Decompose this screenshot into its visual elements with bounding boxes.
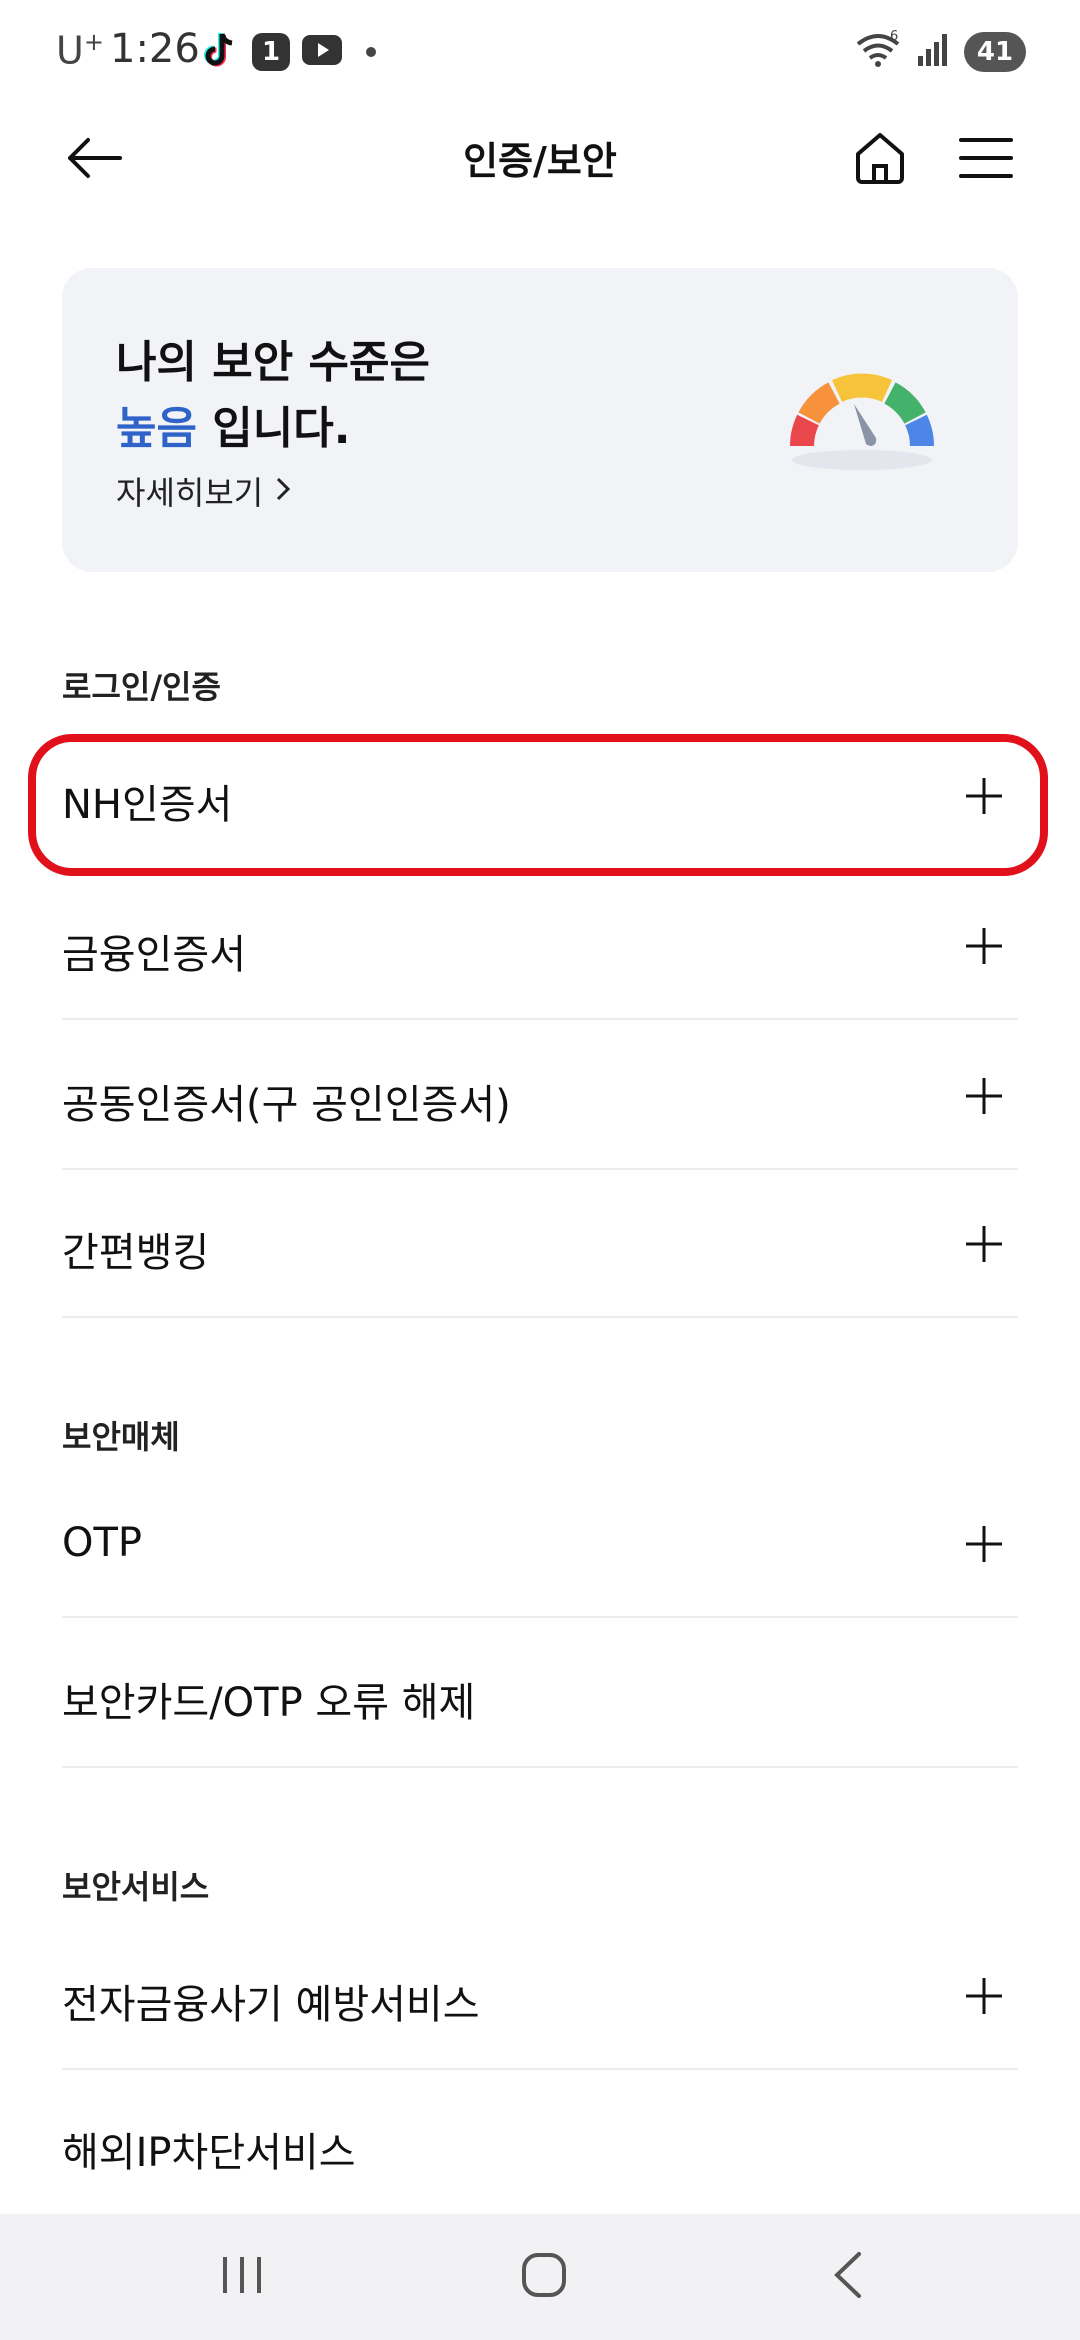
back-icon bbox=[831, 2250, 865, 2304]
carrier-label: U+ bbox=[56, 28, 104, 73]
notification-icons: 1 bbox=[202, 30, 376, 74]
security-level-line2: 높음 입니다. bbox=[116, 403, 351, 454]
home-button-icon bbox=[520, 2251, 568, 2303]
list-item-overseas-ip-block[interactable]: 해외IP차단서비스 bbox=[62, 2070, 1018, 2218]
signal-icon bbox=[916, 32, 950, 72]
list-item-financial-certificate[interactable]: 금융인증서 bbox=[62, 872, 1018, 1020]
battery-icon: 41 bbox=[964, 32, 1026, 72]
section-title-login: 로그인/인증 bbox=[62, 668, 221, 706]
page-title: 인증/보안 bbox=[463, 139, 617, 183]
home-nav-button[interactable] bbox=[504, 2244, 584, 2310]
list-item-security-card-unlock[interactable]: 보안카드/OTP 오류 해제 bbox=[62, 1620, 1018, 1768]
highlight-box bbox=[28, 734, 1048, 876]
menu-icon bbox=[958, 135, 1014, 185]
list-item-label: 전자금융사기 예방서비스 bbox=[62, 1982, 480, 2028]
security-level-value: 높음 bbox=[116, 403, 197, 454]
security-level-line1: 나의 보안 수준은 bbox=[116, 337, 430, 388]
chevron-right-icon bbox=[275, 472, 291, 510]
wifi-icon: 6 bbox=[854, 29, 902, 74]
menu-button[interactable] bbox=[952, 126, 1020, 194]
plus-icon[interactable] bbox=[954, 1066, 1014, 1126]
tiktok-icon bbox=[202, 30, 240, 74]
system-icons: 6 41 bbox=[854, 29, 1026, 74]
plus-icon[interactable] bbox=[954, 916, 1014, 976]
plus-icon[interactable] bbox=[954, 1514, 1014, 1574]
detail-link[interactable]: 자세히보기 bbox=[116, 468, 291, 514]
list-item-simple-banking[interactable]: 간편뱅킹 bbox=[62, 1170, 1018, 1318]
system-nav-bar bbox=[0, 2214, 1080, 2340]
plus-icon[interactable] bbox=[954, 1214, 1014, 1274]
youtube-icon bbox=[302, 35, 342, 69]
list-item-label: 해외IP차단서비스 bbox=[62, 2130, 356, 2176]
list-item-fraud-prevention[interactable]: 전자금융사기 예방서비스 bbox=[62, 1922, 1018, 2070]
list-item-otp[interactable]: OTP bbox=[62, 1470, 1018, 1618]
list-item-label: 보안카드/OTP 오류 해제 bbox=[62, 1680, 476, 1726]
section-title-security-media: 보안매체 bbox=[62, 1418, 180, 1456]
status-bar: U+ 1:26 1 6 41 bbox=[0, 0, 1080, 100]
list-item-label: 공동인증서(구 공인인증서) bbox=[62, 1082, 511, 1128]
section-title-security-service: 보안서비스 bbox=[62, 1868, 210, 1906]
list-item-label: 간편뱅킹 bbox=[62, 1230, 210, 1276]
home-button[interactable] bbox=[846, 126, 914, 194]
back-nav-button[interactable] bbox=[808, 2244, 888, 2310]
plus-icon[interactable] bbox=[954, 1966, 1014, 2026]
app-header: 인증/보안 bbox=[0, 100, 1080, 220]
security-gauge-icon bbox=[782, 356, 942, 480]
recent-apps-icon bbox=[219, 2253, 265, 2301]
status-time: 1:26 bbox=[110, 26, 200, 72]
recent-apps-button[interactable] bbox=[202, 2244, 282, 2310]
list-item-label: OTP bbox=[62, 1520, 143, 1566]
home-icon bbox=[852, 130, 908, 190]
svg-text:6: 6 bbox=[890, 30, 898, 44]
list-item-label: 금융인증서 bbox=[62, 932, 246, 978]
dot-icon bbox=[366, 47, 376, 57]
list-item-joint-certificate[interactable]: 공동인증서(구 공인인증서) bbox=[62, 1022, 1018, 1170]
notification-count-icon: 1 bbox=[252, 33, 290, 71]
security-level-card[interactable]: 나의 보안 수준은 높음 입니다. 자세히보기 bbox=[62, 268, 1018, 572]
